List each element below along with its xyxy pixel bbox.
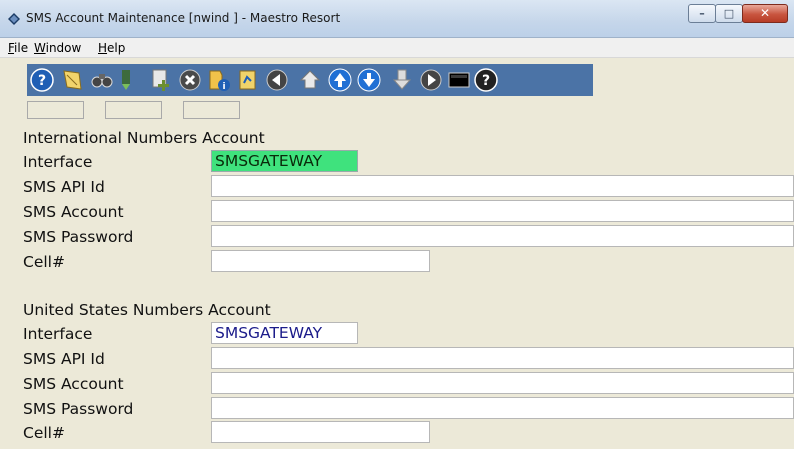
menu-accelerator: F	[8, 41, 15, 55]
bookmark-button[interactable]	[112, 66, 140, 94]
close-icon: ✕	[759, 6, 771, 20]
delete-icon	[179, 69, 201, 91]
us-account-field[interactable]	[211, 372, 794, 394]
us-api-label: SMS API Id	[23, 350, 105, 368]
us-cell-field[interactable]	[211, 421, 430, 443]
title-bar: SMS Account Maintenance [nwind ] - Maest…	[0, 0, 794, 38]
minimize-icon: –	[699, 7, 705, 20]
delete-button[interactable]	[176, 66, 204, 94]
report-icon	[239, 70, 256, 90]
menu-bar: File Window Help	[0, 38, 794, 58]
international-cell-field[interactable]	[211, 250, 430, 272]
international-password-field[interactable]	[211, 225, 794, 247]
maximize-icon: □	[723, 7, 735, 20]
us-password-label: SMS Password	[23, 400, 134, 418]
menu-help[interactable]: Help	[98, 41, 125, 55]
help-circle-icon: ?	[474, 68, 498, 92]
home-icon	[299, 70, 321, 89]
app-diamond-icon	[8, 13, 20, 25]
up-icon	[328, 68, 352, 92]
us-password-field[interactable]	[211, 397, 794, 419]
info-button[interactable]: i	[205, 66, 233, 94]
svg-text:i: i	[222, 82, 225, 92]
up-button[interactable]	[326, 66, 354, 94]
international-api-label: SMS API Id	[23, 178, 105, 196]
bookmark-icon	[122, 70, 130, 90]
international-cell-label: Cell#	[23, 253, 65, 271]
status-box-3	[183, 101, 240, 119]
add-icon	[152, 69, 169, 91]
svg-text:?: ?	[482, 73, 490, 89]
international-password-label: SMS Password	[23, 228, 134, 246]
report-button[interactable]	[234, 66, 262, 94]
help-button[interactable]: ?	[28, 66, 56, 94]
menu-file[interactable]: File	[8, 41, 28, 55]
down-disabled-icon	[392, 69, 412, 90]
add-button[interactable]	[147, 66, 175, 94]
back-icon	[266, 69, 288, 91]
menu-accelerator: W	[34, 41, 46, 55]
international-account-field[interactable]	[211, 200, 794, 222]
menu-accelerator: H	[98, 41, 108, 55]
home-button[interactable]	[296, 66, 324, 94]
window-title: SMS Account Maintenance [nwind ] - Maest…	[26, 11, 341, 25]
down-icon	[357, 68, 381, 92]
down-button[interactable]	[355, 66, 383, 94]
us-account-label: SMS Account	[23, 375, 124, 393]
menu-window[interactable]: Window	[34, 41, 81, 55]
forward-icon	[420, 69, 442, 91]
international-account-label: SMS Account	[23, 203, 124, 221]
us-heading: United States Numbers Account	[23, 301, 271, 319]
us-cell-label: Cell#	[23, 424, 65, 442]
us-interface-field[interactable]: SMSGATEWAY	[211, 322, 358, 344]
help-icon: ?	[30, 68, 54, 92]
note-icon	[63, 70, 82, 90]
close-button[interactable]: ✕	[742, 4, 788, 23]
note-button[interactable]	[58, 66, 86, 94]
svg-text:?: ?	[38, 73, 46, 89]
back-button[interactable]	[263, 66, 291, 94]
window-controls: – □ ✕	[688, 4, 788, 23]
download-button[interactable]	[388, 66, 416, 94]
help-circle-button[interactable]: ?	[472, 66, 500, 94]
forward-button[interactable]	[417, 66, 445, 94]
status-box-1	[27, 101, 84, 119]
us-api-field[interactable]	[211, 347, 794, 369]
info-icon: i	[209, 70, 230, 92]
international-api-field[interactable]	[211, 175, 794, 197]
international-interface-label: Interface	[23, 153, 93, 171]
international-heading: International Numbers Account	[23, 129, 265, 147]
us-interface-label: Interface	[23, 325, 93, 343]
international-interface-field[interactable]: SMSGATEWAY	[211, 150, 358, 172]
maximize-button[interactable]: □	[715, 4, 743, 23]
terminal-icon	[448, 72, 470, 88]
minimize-button[interactable]: –	[688, 4, 716, 23]
status-box-2	[105, 101, 162, 119]
app-window: SMS Account Maintenance [nwind ] - Maest…	[0, 0, 794, 449]
terminal-button[interactable]	[445, 66, 473, 94]
